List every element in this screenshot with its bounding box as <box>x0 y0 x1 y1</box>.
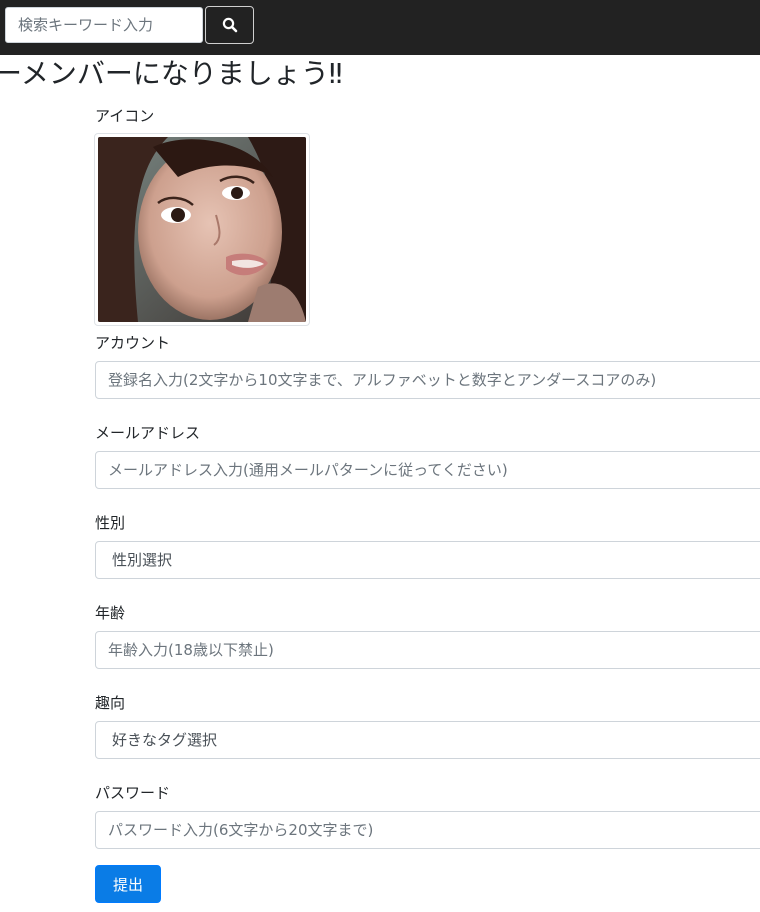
search-icon <box>222 17 237 33</box>
gender-select[interactable]: 性別選択 <box>95 541 760 579</box>
age-input[interactable] <box>95 631 760 669</box>
account-input[interactable] <box>95 361 760 399</box>
gender-select-value: 性別選択 <box>112 551 173 569</box>
page-title: のーメンバーになりましょう‼ <box>0 57 343 90</box>
email-label: メールアドレス <box>95 424 201 442</box>
password-label: パスワード <box>95 784 171 802</box>
email-input[interactable] <box>95 451 760 489</box>
avatar-image <box>98 137 306 322</box>
password-input[interactable] <box>95 811 760 849</box>
search-input[interactable] <box>5 7 203 43</box>
search-button[interactable] <box>205 6 254 44</box>
interest-select[interactable]: 好きなタグ選択 <box>95 721 760 759</box>
avatar[interactable] <box>94 133 310 326</box>
submit-button[interactable]: 提出 <box>95 865 161 903</box>
interest-select-value: 好きなタグ選択 <box>112 731 218 749</box>
account-label: アカウント <box>95 334 171 352</box>
avatar-label: アイコン <box>95 107 155 125</box>
navbar <box>0 0 760 55</box>
age-label: 年齢 <box>95 604 126 622</box>
interest-label: 趣向 <box>95 694 126 712</box>
gender-label: 性別 <box>95 514 126 532</box>
